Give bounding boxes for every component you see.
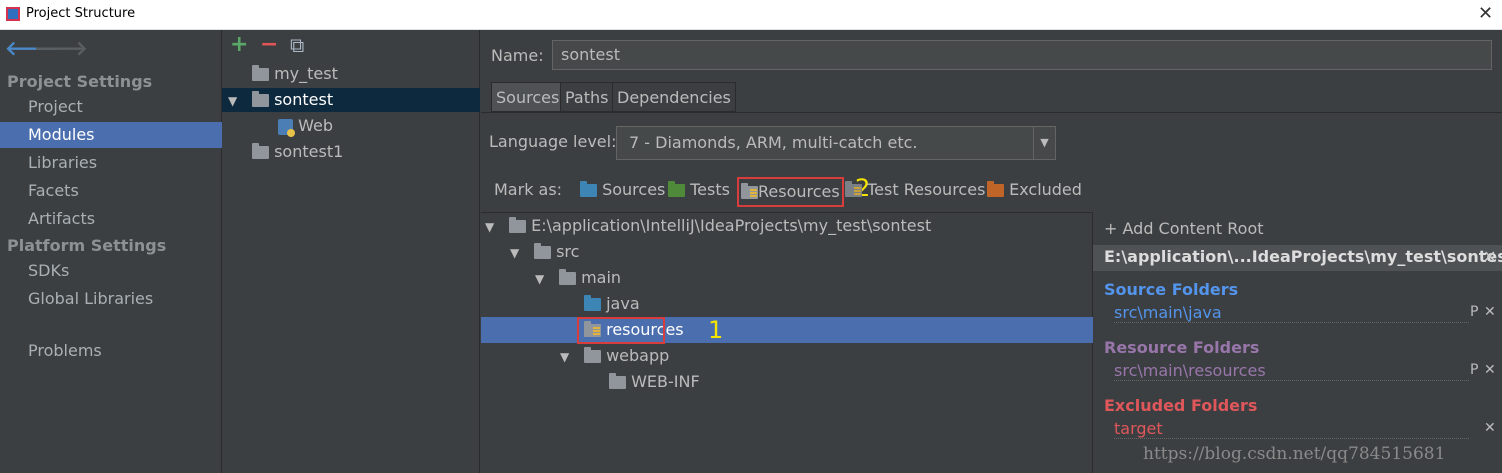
tab-divider xyxy=(481,112,1502,113)
content-root-path: E:\application\...IdeaProjects\my_test\s… xyxy=(1104,247,1502,266)
excluded-folder-icon xyxy=(987,181,1004,197)
source-folders-title: Source Folders xyxy=(1104,280,1239,299)
resource-folder-remove-button[interactable]: ✕ xyxy=(1484,362,1496,378)
intellij-app-icon xyxy=(6,7,20,21)
window-title: Project Structure xyxy=(26,6,136,21)
forward-arrow-icon[interactable]: 🡒 xyxy=(34,36,88,60)
module-folder-icon xyxy=(252,143,269,159)
tree-row-java[interactable]: java xyxy=(481,291,1093,317)
resources-folder-icon xyxy=(741,183,758,199)
window-close-button[interactable]: ✕ xyxy=(1478,3,1493,24)
module-label: my_test xyxy=(274,64,338,83)
tree-row-main[interactable]: ▼ main xyxy=(481,265,1093,291)
tree-label: src xyxy=(556,242,580,261)
mark-as-excluded-button[interactable]: Excluded xyxy=(987,180,1082,199)
nav-item-artifacts[interactable]: Artifacts xyxy=(0,206,222,232)
resource-folder-path: src\main\resources xyxy=(1114,361,1469,381)
expand-triangle-icon[interactable]: ▼ xyxy=(228,89,242,113)
folder-icon xyxy=(509,217,526,233)
tree-row-resources[interactable]: resources xyxy=(481,317,1093,343)
expand-triangle-icon[interactable]: ▼ xyxy=(510,240,524,266)
tree-label: E:\application\IntelliJ\IdeaProjects\my_… xyxy=(531,216,932,235)
web-facet-icon xyxy=(278,118,295,137)
module-label: sontest1 xyxy=(274,142,344,161)
expand-triangle-icon[interactable]: ▼ xyxy=(560,344,574,370)
excluded-folders-title: Excluded Folders xyxy=(1104,396,1258,415)
resources-highlight-box xyxy=(577,317,665,344)
tree-row-web-inf[interactable]: WEB-INF xyxy=(481,369,1093,395)
module-folder-icon xyxy=(252,91,269,107)
resource-folder-properties-button[interactable]: P xyxy=(1470,362,1478,378)
window-titlebar: Project Structure ✕ xyxy=(0,0,1502,30)
content-root-header: E:\application\...IdeaProjects\my_test\s… xyxy=(1093,245,1502,271)
tree-label: java xyxy=(606,294,640,313)
language-level-select[interactable]: 7 - Diamonds, ARM, multi-catch etc. ▼ xyxy=(616,126,1056,160)
nav-item-global-libraries[interactable]: Global Libraries xyxy=(0,286,222,312)
folder-tree: ▼ E:\application\IntelliJ\IdeaProjects\m… xyxy=(481,212,1093,473)
expand-triangle-icon[interactable]: ▼ xyxy=(485,214,499,240)
nav-item-modules[interactable]: Modules xyxy=(0,122,222,148)
source-folder-properties-button[interactable]: P xyxy=(1470,304,1478,320)
folder-icon xyxy=(534,243,551,259)
nav-item-project[interactable]: Project xyxy=(0,94,222,120)
nav-item-libraries[interactable]: Libraries xyxy=(0,150,222,176)
tree-label: WEB-INF xyxy=(631,372,700,391)
module-name-field[interactable]: sontest xyxy=(552,40,1492,70)
expand-triangle-icon[interactable]: ▼ xyxy=(535,266,549,292)
source-folder-icon xyxy=(584,295,601,311)
copy-module-button[interactable]: ⧉ xyxy=(290,33,304,57)
excluded-folder-remove-button[interactable]: ✕ xyxy=(1484,420,1496,436)
tests-folder-icon xyxy=(668,181,685,197)
facet-label: Web xyxy=(298,116,333,135)
folder-icon xyxy=(559,269,576,285)
tab-dependencies[interactable]: Dependencies xyxy=(612,82,736,112)
remove-module-button[interactable]: − xyxy=(260,32,278,57)
folder-icon xyxy=(609,373,626,389)
nav-header-platform-settings: Platform Settings xyxy=(7,236,167,255)
nav-item-facets[interactable]: Facets xyxy=(0,178,222,204)
tree-label: webapp xyxy=(606,346,670,365)
tree-label: main xyxy=(581,268,622,287)
nav-item-sdks[interactable]: SDKs xyxy=(0,258,222,284)
name-label: Name: xyxy=(491,46,544,65)
module-list-panel: + − ⧉ my_test ▼ sontest Web sontest1 xyxy=(222,30,480,473)
test-resources-folder-icon xyxy=(845,181,862,197)
mark-as-test-resources-button[interactable]: Test Resources xyxy=(845,180,985,199)
nav-header-project-settings: Project Settings xyxy=(7,72,153,91)
facet-item-web[interactable]: Web xyxy=(222,114,480,138)
tree-row-root[interactable]: ▼ E:\application\IntelliJ\IdeaProjects\m… xyxy=(481,213,1093,239)
tab-paths[interactable]: Paths xyxy=(560,82,614,112)
language-level-label: Language level: xyxy=(489,132,617,151)
tree-row-webapp[interactable]: ▼ webapp xyxy=(481,343,1093,369)
module-label: sontest xyxy=(274,90,334,109)
mark-as-resources-button[interactable]: Resources xyxy=(737,177,844,207)
module-item-sontest1[interactable]: sontest1 xyxy=(222,140,480,164)
mark-as-tests-button[interactable]: Tests xyxy=(668,180,730,199)
sources-folder-icon xyxy=(580,181,597,197)
add-module-button[interactable]: + xyxy=(230,32,248,57)
resource-folders-title: Resource Folders xyxy=(1104,338,1260,357)
tab-sources[interactable]: Sources xyxy=(491,82,565,112)
module-item-sontest[interactable]: ▼ sontest xyxy=(222,88,480,112)
settings-nav: 🡐 🡒 Project Settings Project Modules Lib… xyxy=(0,30,222,473)
add-content-root-button[interactable]: + Add Content Root xyxy=(1104,219,1264,238)
watermark-text: https://blog.csdn.net/qq784515681 xyxy=(1143,444,1446,464)
module-settings-panel: Name: sontest Sources Paths Dependencies… xyxy=(481,30,1502,473)
dropdown-arrow-icon: ▼ xyxy=(1033,127,1055,159)
module-item-my-test[interactable]: my_test xyxy=(222,62,480,86)
tree-row-src[interactable]: ▼ src xyxy=(481,239,1093,265)
source-folder-remove-button[interactable]: ✕ xyxy=(1484,304,1496,320)
content-root-panel: + Add Content Root E:\application\...Ide… xyxy=(1093,212,1502,473)
nav-item-problems[interactable]: Problems xyxy=(0,338,222,364)
annotation-1: 1 xyxy=(708,316,724,344)
remove-content-root-button[interactable]: ✕ xyxy=(1483,247,1496,266)
language-level-value: 7 - Diamonds, ARM, multi-catch etc. xyxy=(629,133,918,152)
module-folder-icon xyxy=(252,65,269,81)
folder-icon xyxy=(584,347,601,363)
source-folder-path: src\main\java xyxy=(1114,303,1469,323)
excluded-folder-path: target xyxy=(1114,419,1469,439)
mark-as-sources-button[interactable]: Sources xyxy=(580,180,665,199)
mark-as-label: Mark as: xyxy=(494,180,563,199)
